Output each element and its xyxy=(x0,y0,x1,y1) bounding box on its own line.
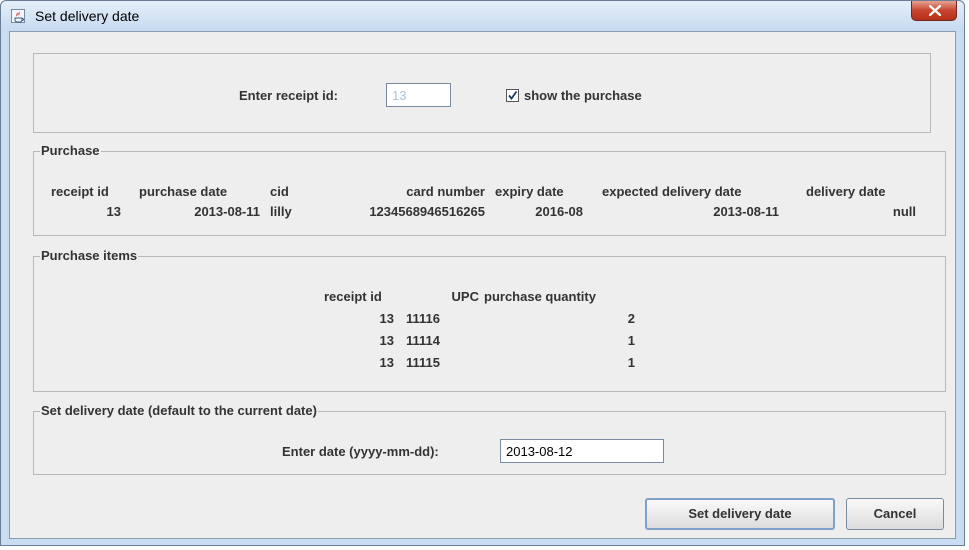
purchase-legend: Purchase xyxy=(40,143,101,158)
purchase-cell-delivery-date: null xyxy=(892,204,916,219)
purchase-header-expected-delivery-date: expected delivery date xyxy=(602,184,742,199)
cancel-button[interactable]: Cancel xyxy=(846,498,944,530)
purchase-panel: Purchase receipt id purchase date cid ca… xyxy=(33,143,946,236)
items-cell-upc: 11116 xyxy=(406,311,440,326)
delivery-date-label: Enter date (yyyy-mm-dd): xyxy=(282,444,439,459)
delivery-date-panel: Set delivery date (default to the curren… xyxy=(33,403,946,475)
purchase-cell-card-number: 1234568946516265 xyxy=(369,204,485,219)
close-button[interactable] xyxy=(911,1,957,21)
java-app-icon xyxy=(11,9,25,23)
purchase-cell-cid: lilly xyxy=(270,204,292,219)
dialog-content: Enter receipt id: show the purchase Purc… xyxy=(9,31,956,539)
purchase-header-expiry-date: expiry date xyxy=(495,184,564,199)
items-cell-upc: 11115 xyxy=(406,355,440,370)
items-cell-receipt-id: 13 xyxy=(379,355,394,370)
items-cell-quantity: 1 xyxy=(627,333,635,348)
purchase-items-legend: Purchase items xyxy=(40,248,139,263)
purchase-header-delivery-date: delivery date xyxy=(806,184,886,199)
purchase-header-cid: cid xyxy=(270,184,289,199)
delivery-date-input[interactable] xyxy=(500,439,664,463)
items-header-upc: UPC xyxy=(451,289,479,304)
window-title: Set delivery date xyxy=(35,8,140,24)
dialog-window: Set delivery date Enter receipt id: show… xyxy=(0,0,965,546)
purchase-cell-purchase-date: 2013-08-11 xyxy=(194,204,260,219)
items-cell-receipt-id: 13 xyxy=(379,311,394,326)
receipt-panel: Enter receipt id: show the purchase xyxy=(33,53,931,133)
items-cell-receipt-id: 13 xyxy=(379,333,394,348)
purchase-cell-receipt-id: 13 xyxy=(106,204,121,219)
items-cell-quantity: 1 xyxy=(627,355,635,370)
purchase-cell-expected-delivery-date: 2013-08-11 xyxy=(713,204,779,219)
title-bar[interactable]: Set delivery date xyxy=(1,1,964,31)
set-delivery-date-button[interactable]: Set delivery date xyxy=(645,498,835,530)
purchase-header-purchase-date: purchase date xyxy=(139,184,228,199)
purchase-items-panel: Purchase items receipt id UPC purchase q… xyxy=(33,248,946,392)
receipt-id-label: Enter receipt id: xyxy=(239,88,338,103)
purchase-header-receipt-id: receipt id xyxy=(51,184,109,199)
show-purchase-label: show the purchase xyxy=(524,88,642,103)
delivery-date-legend: Set delivery date (default to the curren… xyxy=(40,403,318,418)
purchase-cell-expiry-date: 2016-08 xyxy=(535,204,583,219)
show-purchase-checkbox[interactable] xyxy=(506,89,519,102)
items-cell-quantity: 2 xyxy=(627,311,635,326)
items-cell-upc: 11114 xyxy=(406,333,440,348)
items-header-purchase-quantity: purchase quantity xyxy=(484,289,596,304)
items-header-receipt-id: receipt id xyxy=(324,289,382,304)
receipt-id-input[interactable] xyxy=(386,83,451,107)
purchase-header-card-number: card number xyxy=(406,184,485,199)
